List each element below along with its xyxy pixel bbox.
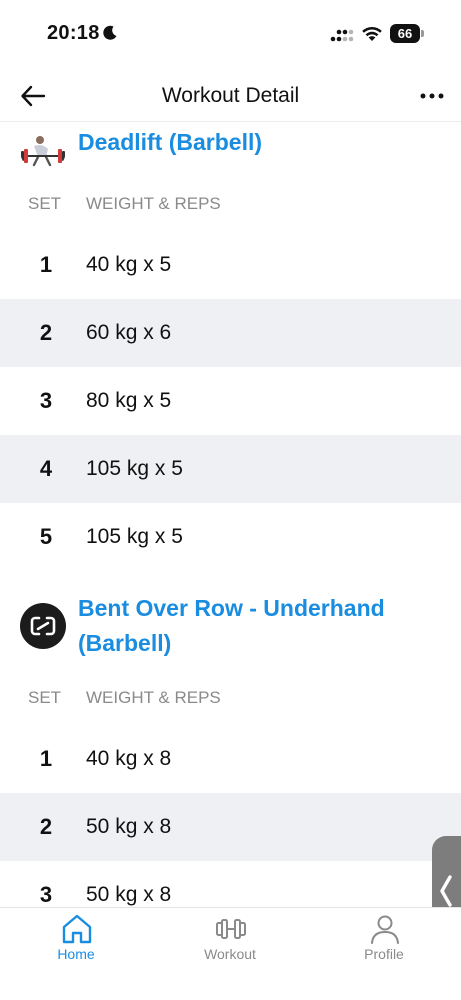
exercise-placeholder-icon — [30, 616, 56, 636]
set-number: 1 — [39, 252, 53, 277]
profile-icon — [371, 915, 399, 944]
exercise-title-line: (Barbell) — [78, 630, 172, 656]
status-bar: 20:18 66 — [0, 0, 461, 70]
more-options-button[interactable] — [417, 82, 447, 110]
set-row: 3 50 kg x 8 — [0, 861, 461, 907]
nav-bar: Workout Detail — [0, 70, 461, 122]
moon-icon — [103, 25, 117, 40]
set-number: 5 — [39, 524, 53, 549]
column-set-label: SET — [28, 194, 62, 213]
set-weight-reps: 60 kg x 6 — [86, 321, 172, 344]
more-horizontal-icon — [420, 93, 444, 99]
page-title: Workout Detail — [161, 84, 300, 107]
column-header: SET WEIGHT & REPS — [0, 683, 461, 713]
set-row: 1 40 kg x 5 — [0, 231, 461, 299]
tab-label: Workout — [204, 946, 256, 962]
set-number: 2 — [39, 814, 53, 839]
deadlift-illustration-icon — [20, 127, 66, 173]
wifi-icon — [362, 26, 382, 41]
tab-home[interactable]: Home — [16, 908, 136, 978]
set-weight-reps: 50 kg x 8 — [86, 815, 172, 838]
status-time: 20:18 — [47, 22, 100, 44]
column-header: SET WEIGHT & REPS — [0, 189, 461, 219]
set-row: 3 80 kg x 5 — [0, 367, 461, 435]
signal-icon — [330, 29, 354, 42]
set-number: 3 — [39, 388, 53, 413]
battery-level: 66 — [390, 24, 420, 43]
set-number: 3 — [39, 882, 53, 907]
exercise-header[interactable]: Deadlift (Barbell) — [0, 123, 461, 185]
set-weight-reps: 40 kg x 8 — [86, 747, 172, 770]
exercise-header[interactable]: Bent Over Row - Underhand (Barbell) — [0, 589, 461, 669]
column-set-label: SET — [28, 688, 62, 707]
tab-bar: Home Workout Profile — [0, 907, 461, 1000]
set-weight-reps: 50 kg x 8 — [86, 883, 172, 906]
workout-detail-content[interactable]: Deadlift (Barbell) SET WEIGHT & REPS 1 4… — [0, 123, 461, 907]
exercise-title-line: Bent Over Row - Underhand — [78, 595, 385, 621]
set-row: 2 60 kg x 6 — [0, 299, 461, 367]
set-row: 2 50 kg x 8 — [0, 793, 461, 861]
chevron-left-icon — [440, 875, 452, 907]
set-number: 2 — [39, 320, 53, 345]
set-row: 1 40 kg x 8 — [0, 725, 461, 793]
set-row: 5 105 kg x 5 — [0, 503, 461, 571]
set-weight-reps: 40 kg x 5 — [86, 253, 172, 276]
set-weight-reps: 105 kg x 5 — [86, 457, 183, 480]
set-number: 1 — [39, 746, 53, 771]
column-weight-label: WEIGHT & REPS — [86, 688, 221, 707]
deadlift-thumbnail — [20, 127, 66, 173]
set-weight-reps: 80 kg x 5 — [86, 389, 172, 412]
bent-over-row-thumbnail — [20, 603, 66, 649]
battery-icon: 66 — [390, 24, 424, 43]
battery-tip — [421, 30, 424, 37]
set-row: 4 105 kg x 5 — [0, 435, 461, 503]
dumbbell-icon — [216, 919, 246, 939]
exercise-title[interactable]: Bent Over Row - Underhand (Barbell) — [78, 591, 438, 661]
column-weight-label: WEIGHT & REPS — [86, 194, 221, 213]
tab-workout[interactable]: Workout — [170, 908, 290, 978]
set-number: 4 — [39, 456, 53, 481]
exercise-title[interactable]: Deadlift (Barbell) — [78, 125, 438, 160]
set-weight-reps: 105 kg x 5 — [86, 525, 183, 548]
home-icon — [62, 914, 92, 944]
tab-label: Home — [57, 946, 95, 962]
tab-profile[interactable]: Profile — [324, 908, 444, 978]
tab-label: Profile — [364, 946, 404, 962]
